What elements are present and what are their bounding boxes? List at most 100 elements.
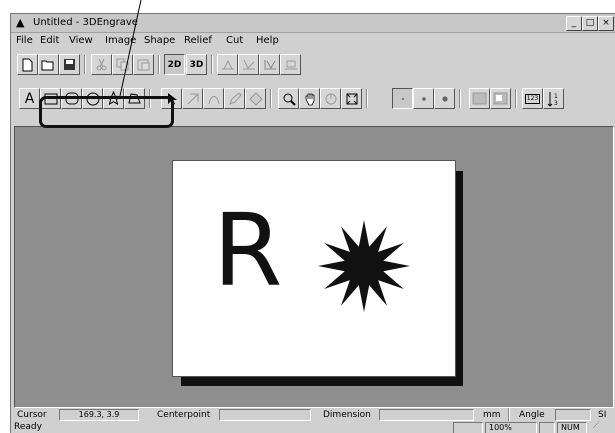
toolbar-separator [366, 89, 368, 108]
minimize-button[interactable]: _ [566, 16, 582, 31]
counter-button[interactable]: 123 [522, 88, 543, 109]
toolbar-separator [158, 55, 160, 74]
relief-tool-2-button[interactable] [238, 54, 259, 75]
status-separator [508, 408, 510, 421]
angle-label: Angle [519, 410, 545, 420]
text-tool-button[interactable]: A [19, 88, 40, 109]
menu-view[interactable]: View [69, 35, 93, 47]
dimension-label: Dimension [323, 410, 371, 420]
svg-text:3: 3 [554, 100, 558, 107]
angle-value [555, 409, 591, 421]
layer-tool-2-button[interactable] [490, 88, 511, 109]
close-button[interactable]: × [598, 16, 614, 31]
app-icon: ▲ [16, 16, 25, 29]
menu-cut[interactable]: Cut [226, 35, 243, 47]
copy-button[interactable] [112, 54, 133, 75]
cursor-label: Cursor [17, 410, 47, 420]
relief-tool-4-button[interactable] [280, 54, 301, 75]
text-icon: A [24, 90, 35, 107]
zoom-tool-button[interactable] [278, 88, 299, 109]
relief-tool-3-button[interactable] [259, 54, 280, 75]
rotate-view-button[interactable] [320, 88, 341, 109]
cut-icon [96, 58, 107, 71]
relief-icon [221, 59, 234, 70]
view-2d-label: 2D [167, 59, 182, 70]
toolbar-separator [515, 89, 517, 108]
maximize-button[interactable]: □ [582, 16, 598, 31]
zoom-icon [283, 93, 296, 106]
num-lock-indicator: NUM [557, 422, 587, 433]
small-dot-icon [401, 97, 404, 100]
centerpoint-value [219, 409, 311, 421]
view-2d-button[interactable]: 2D [164, 54, 185, 75]
point-size-small-button[interactable] [392, 88, 413, 109]
status-bar: Cursor 169.3, 3.9 Centerpoint Dimension … [11, 408, 615, 433]
toolbar-separator [84, 55, 86, 74]
bezier-tool-button[interactable] [203, 88, 224, 109]
toolbar-separator [211, 55, 213, 74]
cut-button[interactable] [91, 54, 112, 75]
view-3d-label: 3D [189, 59, 204, 70]
layers-alt-icon [493, 92, 508, 105]
fill-icon [248, 91, 263, 106]
relief-tool-1-button[interactable] [217, 54, 238, 75]
bezier-icon [208, 95, 219, 104]
zoom-level: 100% [485, 422, 537, 433]
menu-shape[interactable]: Shape [144, 35, 175, 47]
pen-tool-button[interactable] [224, 88, 245, 109]
node-edit-icon [187, 93, 198, 104]
cursor-value: 169.3, 3.9 [59, 409, 139, 421]
layers-icon [472, 92, 487, 105]
menu-file[interactable]: File [16, 35, 33, 47]
engrave-icon [242, 59, 255, 70]
v-carve-icon [263, 60, 276, 70]
menu-relief[interactable]: Relief [184, 35, 212, 47]
shape-tools-highlight [39, 96, 174, 128]
copy-icon [116, 58, 128, 71]
centerpoint-label: Centerpoint [157, 410, 211, 420]
menu-edit[interactable]: Edit [40, 35, 59, 47]
menu-help[interactable]: Help [256, 35, 279, 47]
rotate-icon [325, 93, 336, 104]
pan-tool-button[interactable] [299, 88, 320, 109]
emboss-icon [284, 60, 297, 70]
text-object-r[interactable]: R [213, 201, 282, 301]
toolbar-separator [270, 89, 272, 108]
sort-button[interactable]: 13 [543, 88, 564, 109]
open-button[interactable] [38, 54, 59, 75]
star-shape[interactable] [316, 218, 412, 314]
svg-text:1: 1 [554, 93, 558, 100]
layer-tool-1-button[interactable] [469, 88, 490, 109]
zoom-extents-icon [346, 93, 357, 104]
point-size-large-button[interactable] [434, 88, 455, 109]
drawing-canvas[interactable]: R [14, 126, 614, 408]
view-3d-button[interactable]: 3D [186, 54, 207, 75]
fill-tool-button[interactable] [245, 88, 266, 109]
title-bar: ▲ Untitled - 3DEngrave _ □ × [11, 14, 615, 33]
window-title: Untitled - 3DEngrave [33, 17, 138, 28]
save-button[interactable] [59, 54, 80, 75]
save-icon [64, 59, 75, 70]
dimension-value [379, 409, 474, 421]
sort-icon: 13 [547, 91, 558, 107]
toolbar-separator [459, 89, 461, 108]
app-window: ▲ Untitled - 3DEngrave _ □ × File Edit V… [10, 13, 615, 433]
status-pane-empty [453, 422, 483, 433]
menu-image[interactable]: Image [105, 35, 136, 47]
new-button[interactable] [17, 54, 38, 75]
medium-dot-icon [421, 96, 426, 101]
status-trailing-text: SI [598, 410, 607, 420]
size-grip-icon: ⟋ [593, 421, 600, 431]
paste-icon [137, 59, 150, 71]
material-page[interactable]: R [172, 160, 456, 377]
node-edit-button[interactable] [182, 88, 203, 109]
status-pane-caps [539, 422, 555, 433]
pen-icon [228, 91, 242, 105]
counter-icon: 123 [524, 93, 541, 104]
open-icon [41, 60, 54, 71]
zoom-extents-button[interactable] [341, 88, 362, 109]
unit-label: mm [483, 410, 501, 420]
paste-button[interactable] [133, 54, 154, 75]
hand-icon [305, 93, 314, 105]
point-size-medium-button[interactable] [413, 88, 434, 109]
